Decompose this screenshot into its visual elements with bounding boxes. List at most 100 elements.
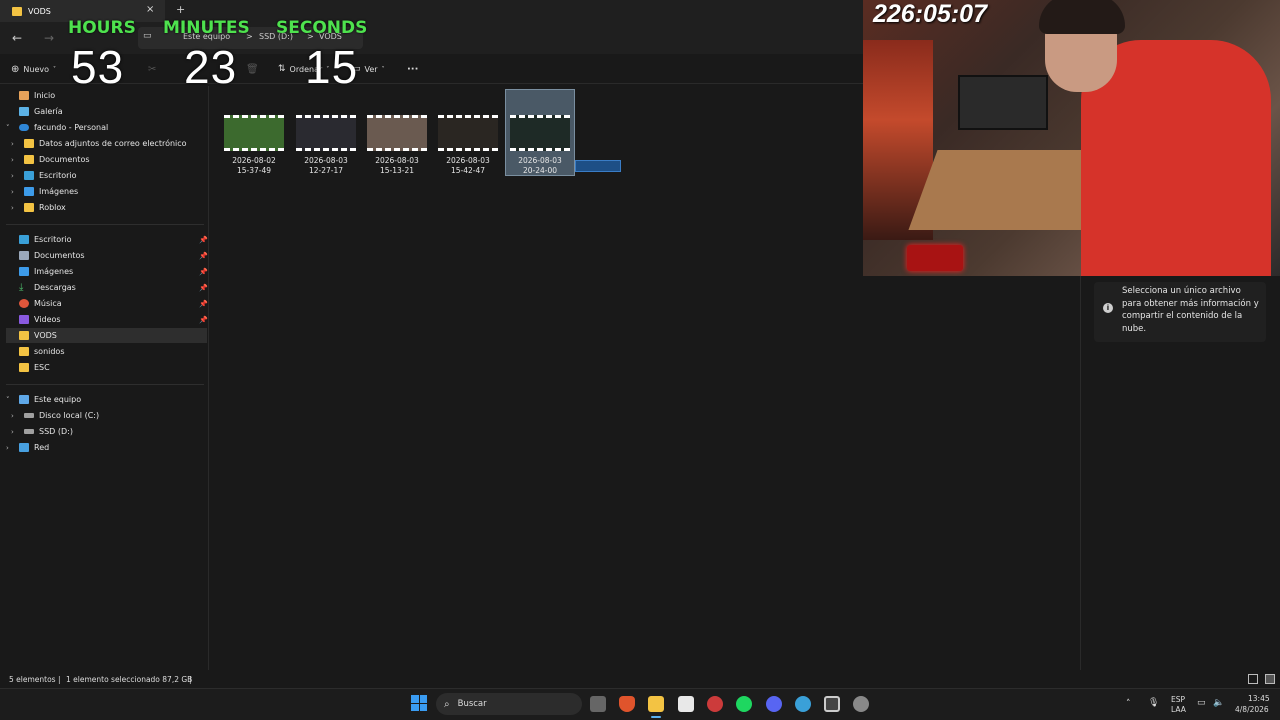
new-button[interactable]: ⊕ Nuevo ˅ (11, 64, 56, 75)
details-view-icon[interactable] (1248, 674, 1258, 684)
settings-gear-icon[interactable] (853, 696, 869, 712)
sidebar-item-sonidos[interactable]: sonidos (6, 344, 204, 359)
file-name-time: 12-27-17 (308, 166, 344, 175)
sidebar-item-escritorio-cloud[interactable]: › Escritorio (11, 168, 204, 183)
pin-icon[interactable]: 📌 (199, 252, 208, 260)
timer-seconds-value: 15 (305, 41, 359, 93)
chevron-right-icon[interactable]: › (11, 428, 19, 436)
forward-arrow-icon[interactable]: → (44, 31, 54, 45)
pin-icon[interactable]: 📌 (199, 316, 208, 324)
chevron-right-icon[interactable]: › (6, 444, 14, 452)
language-code[interactable]: ESP (1171, 695, 1185, 704)
volume-icon[interactable]: 🔈 (1213, 698, 1224, 708)
sidebar-item-descargas[interactable]: ⤓ Descargas (6, 280, 204, 295)
sidebar-item-videos[interactable]: Videos (6, 312, 204, 327)
sort-icon: ⇅ (278, 64, 286, 74)
pin-icon[interactable]: 📌 (199, 300, 208, 308)
status-separator: | (189, 675, 192, 684)
keyboard-rgb (907, 245, 963, 271)
taskbar-search[interactable]: ⌕ Buscar (436, 693, 582, 715)
clock-date[interactable]: 4/8/2026 (1235, 705, 1269, 714)
keyboard-layout[interactable]: LAA (1171, 705, 1186, 714)
start-button[interactable] (411, 695, 427, 711)
sidebar-item-vods[interactable]: VODS (6, 328, 207, 343)
obs-icon[interactable] (824, 696, 840, 712)
more-options-icon[interactable]: ··· (407, 64, 418, 75)
folder-icon (19, 347, 29, 356)
sidebar-item-musica[interactable]: Música (6, 296, 204, 311)
chevron-down-icon: ˅ (381, 65, 385, 73)
brave-browser-icon[interactable] (619, 696, 635, 712)
close-tab-icon[interactable]: × (146, 4, 154, 15)
chevron-right-icon[interactable]: › (11, 412, 19, 420)
sidebar-item-label: Música (34, 299, 62, 308)
stream-uptime: 226:05:07 (873, 0, 987, 28)
sidebar-item-red[interactable]: › Red (6, 440, 204, 455)
new-tab-icon[interactable]: + (176, 3, 185, 16)
sidebar-item-label: Galería (34, 107, 63, 116)
sidebar-item-documentos-cloud[interactable]: › Documentos (11, 152, 204, 167)
microphone-icon[interactable]: 🎙 (1148, 698, 1159, 708)
delete-icon[interactable]: 🗑 (246, 64, 259, 75)
network-icon[interactable]: ▭ (1197, 698, 1206, 708)
sidebar-item-ssd-d[interactable]: › SSD (D:) (11, 424, 204, 439)
video-thumbnail (438, 115, 498, 151)
davinci-resolve-icon[interactable] (678, 696, 694, 712)
sidebar-item-esc[interactable]: ESC (6, 360, 204, 375)
info-icon: i (1103, 303, 1113, 313)
spotify-icon[interactable] (736, 696, 752, 712)
home-icon (19, 91, 29, 100)
sidebar-item-roblox[interactable]: › Roblox (11, 200, 204, 215)
clock-time[interactable]: 13:45 (1248, 694, 1270, 703)
sidebar-item-label: Este equipo (34, 395, 82, 404)
sidebar-item-inicio[interactable]: Inicio (6, 88, 204, 103)
chevron-right-icon[interactable]: › (11, 188, 19, 196)
thumbnails-view-icon[interactable] (1265, 674, 1275, 684)
chevron-right-icon[interactable]: › (11, 156, 19, 164)
ccleaner-icon[interactable] (795, 696, 811, 712)
pin-icon[interactable]: 📌 (199, 236, 208, 244)
chevron-down-icon: ˅ (53, 66, 56, 73)
task-view-icon[interactable] (590, 696, 606, 712)
search-icon: ⌕ (444, 698, 450, 710)
sidebar-divider (6, 384, 204, 385)
chevron-right-icon[interactable]: › (11, 204, 19, 212)
windows-logo-icon (411, 695, 419, 703)
chevron-up-icon[interactable]: ˄ (1126, 699, 1131, 709)
app-icon[interactable] (707, 696, 723, 712)
chevron-down-icon[interactable]: ˅ (6, 124, 14, 132)
sidebar-item-documentos[interactable]: Documentos (6, 248, 204, 263)
chevron-down-icon[interactable]: ˅ (6, 396, 14, 404)
sidebar-item-imagenes-cloud[interactable]: › Imágenes (11, 184, 204, 199)
sidebar-item-disco-c[interactable]: › Disco local (C:) (11, 408, 204, 423)
search-label: Buscar (457, 699, 487, 709)
video-thumbnail (224, 115, 284, 151)
sidebar-item-galeria[interactable]: Galería (6, 104, 204, 119)
pin-icon[interactable]: 📌 (199, 268, 208, 276)
back-arrow-icon[interactable]: ← (12, 31, 22, 45)
file-item-video[interactable]: 2026-08-03 15-42-47 (437, 115, 499, 176)
plus-circle-icon: ⊕ (11, 64, 20, 75)
sidebar-item-escritorio[interactable]: Escritorio (6, 232, 204, 247)
file-item-video-selected[interactable]: 2026-08-03 20-24-00 (509, 115, 571, 176)
sidebar-item-onedrive[interactable]: ˅ facundo - Personal (6, 120, 204, 135)
chevron-right-icon[interactable]: › (11, 140, 19, 148)
cut-icon[interactable]: ✂ (148, 64, 156, 75)
discord-icon[interactable] (766, 696, 782, 712)
folder-icon (24, 139, 34, 148)
tab-label: VODS (28, 6, 51, 16)
pin-icon[interactable]: 📌 (199, 284, 208, 292)
sidebar-item-imagenes[interactable]: Imágenes (6, 264, 204, 279)
item-count: 5 elementos (9, 675, 56, 684)
details-info-text: Selecciona un único archivo para obtener… (1122, 286, 1259, 334)
person-hair (1039, 0, 1125, 34)
file-item-video[interactable]: 2026-08-03 15-13-21 (366, 115, 428, 176)
file-item-video[interactable]: 2026-08-03 12-27-17 (295, 115, 357, 176)
sidebar-item-email-attachments[interactable]: › Datos adjuntos de correo electrónico (11, 136, 204, 151)
file-explorer-icon[interactable] (648, 696, 664, 712)
timer-seconds-label: SECONDS (276, 18, 368, 38)
file-item-video[interactable]: 2026-08-02 15-37-49 (223, 115, 285, 176)
chevron-right-icon[interactable]: › (11, 172, 19, 180)
sidebar-item-este-equipo[interactable]: ˅ Este equipo (6, 392, 204, 407)
file-name-date: 2026-08-03 (446, 156, 490, 165)
